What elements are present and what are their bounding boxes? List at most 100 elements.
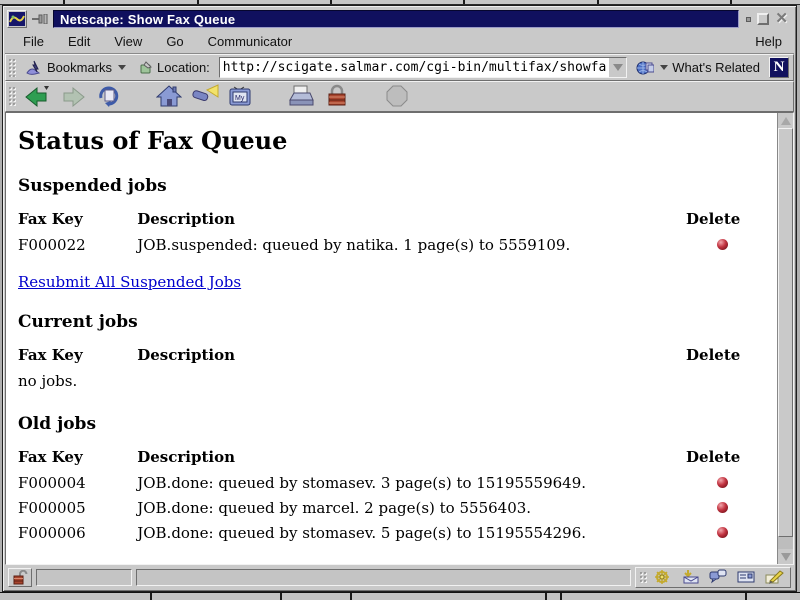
status-message-area [136, 569, 631, 586]
column-header-delete: Delete [686, 342, 758, 368]
column-header-description: Description [137, 444, 686, 470]
my-netscape-button[interactable]: My [226, 83, 256, 110]
delete-button[interactable] [717, 527, 728, 538]
search-flashlight-icon [191, 84, 219, 108]
menu-communicator[interactable]: Communicator [196, 31, 305, 52]
menu-bar: File Edit View Go Communicator Help [5, 30, 794, 54]
no-jobs-cell: no jobs. [18, 368, 758, 393]
stop-icon [385, 84, 409, 108]
arrow-down-icon [781, 553, 791, 561]
reload-icon [97, 84, 121, 108]
location-bar: Bookmarks Location: [5, 54, 794, 81]
description-cell: JOB.done: queued by stomasev. 3 page(s) … [137, 470, 686, 495]
url-input[interactable] [220, 58, 609, 77]
address-card-icon [737, 569, 755, 585]
table-row: F000006 JOB.done: queued by stomasev. 5 … [18, 520, 758, 545]
status-bar [5, 565, 794, 589]
back-icon [24, 84, 50, 108]
suspended-jobs-table: Fax Key Description Delete F000022 JOB.s… [18, 206, 758, 257]
title-bar[interactable]: Netscape: Show Fax Queue ✕ [5, 8, 794, 30]
column-header-delete: Delete [686, 206, 758, 232]
svg-text:My: My [235, 95, 245, 102]
menu-edit[interactable]: Edit [56, 31, 102, 52]
current-jobs-heading: Current jobs [18, 312, 777, 332]
delete-button[interactable] [717, 477, 728, 488]
whats-related-button[interactable]: What's Related [632, 58, 764, 78]
bookmarks-label: Bookmarks [47, 60, 112, 75]
vertical-scrollbar[interactable] [778, 113, 793, 564]
reload-button[interactable] [94, 83, 124, 110]
chevron-down-icon [613, 64, 623, 71]
old-jobs-heading: Old jobs [18, 414, 777, 434]
search-button[interactable] [190, 83, 220, 110]
background-window-bottom-edge [0, 592, 800, 600]
home-button[interactable] [154, 83, 184, 110]
pushpin-icon [32, 14, 48, 24]
suspended-jobs-heading: Suspended jobs [18, 176, 777, 196]
fax-key-cell: F000006 [18, 520, 137, 545]
menu-view[interactable]: View [102, 31, 154, 52]
inbox-button[interactable] [677, 569, 703, 586]
column-header-description: Description [137, 206, 686, 232]
scroll-down-button[interactable] [778, 549, 793, 564]
toolbar-grip[interactable] [8, 86, 16, 107]
url-dropdown-button[interactable] [609, 58, 626, 77]
discussions-button[interactable] [705, 569, 731, 586]
component-bar-grip[interactable] [639, 571, 647, 584]
navigator-wheel-icon [653, 569, 671, 585]
delete-button[interactable] [717, 239, 728, 250]
security-status-button[interactable] [8, 568, 32, 587]
whats-related-label: What's Related [672, 60, 760, 75]
menu-help[interactable]: Help [749, 31, 788, 52]
menu-go[interactable]: Go [154, 31, 195, 52]
menu-file[interactable]: File [11, 31, 56, 52]
forward-button[interactable] [58, 83, 88, 110]
close-button[interactable]: ✕ [775, 13, 788, 25]
resubmit-all-link[interactable]: Resubmit All Suspended Jobs [18, 273, 241, 291]
delete-button[interactable] [717, 502, 728, 513]
maximize-button[interactable] [757, 13, 769, 25]
scroll-up-button[interactable] [778, 113, 793, 128]
window-menu-button[interactable] [7, 10, 27, 28]
minimize-button[interactable] [746, 17, 751, 22]
address-book-button[interactable] [733, 569, 759, 586]
table-header-row: Fax Key Description Delete [18, 342, 758, 368]
location-icon [139, 61, 153, 75]
column-header-fax-key: Fax Key [18, 444, 137, 470]
column-header-fax-key: Fax Key [18, 206, 137, 232]
back-button[interactable] [22, 83, 52, 110]
composer-pen-icon [764, 569, 784, 585]
location-label-group: Location: [135, 58, 214, 77]
home-icon [156, 84, 182, 108]
navigator-button[interactable] [649, 569, 675, 586]
table-row: no jobs. [18, 368, 758, 393]
column-header-fax-key: Fax Key [18, 342, 137, 368]
location-bar-grip[interactable] [8, 58, 16, 76]
netscape-mini-icon [9, 12, 25, 26]
progress-indicator [36, 569, 132, 586]
old-jobs-table: Fax Key Description Delete F000004 JOB.d… [18, 444, 758, 545]
location-label: Location: [157, 60, 210, 75]
current-jobs-table: Fax Key Description Delete no jobs. [18, 342, 758, 393]
security-button[interactable] [322, 83, 352, 110]
netscape-logo[interactable]: N [769, 57, 789, 78]
window-pin-button[interactable] [30, 10, 50, 28]
fax-key-cell: F000022 [18, 232, 137, 257]
inbox-icon [681, 569, 699, 585]
description-cell: JOB.done: queued by stomasev. 5 page(s) … [137, 520, 686, 545]
print-button[interactable] [286, 83, 316, 110]
composer-button[interactable] [761, 569, 787, 586]
scrollbar-thumb[interactable] [778, 128, 793, 537]
table-row: F000005 JOB.done: queued by marcel. 2 pa… [18, 495, 758, 520]
stop-button[interactable] [382, 83, 412, 110]
page-content: Status of Fax Queue Suspended jobs Fax K… [6, 113, 778, 564]
page-title: Status of Fax Queue [18, 126, 777, 155]
window-title[interactable]: Netscape: Show Fax Queue [53, 10, 739, 28]
content-frame: Status of Fax Queue Suspended jobs Fax K… [5, 112, 794, 565]
arrow-up-icon [781, 117, 791, 125]
print-icon [287, 84, 315, 108]
bookmarks-button[interactable]: Bookmarks [21, 58, 130, 78]
my-netscape-icon: My [228, 84, 254, 108]
window-controls: ✕ [742, 13, 792, 25]
padlock-icon [326, 84, 348, 108]
